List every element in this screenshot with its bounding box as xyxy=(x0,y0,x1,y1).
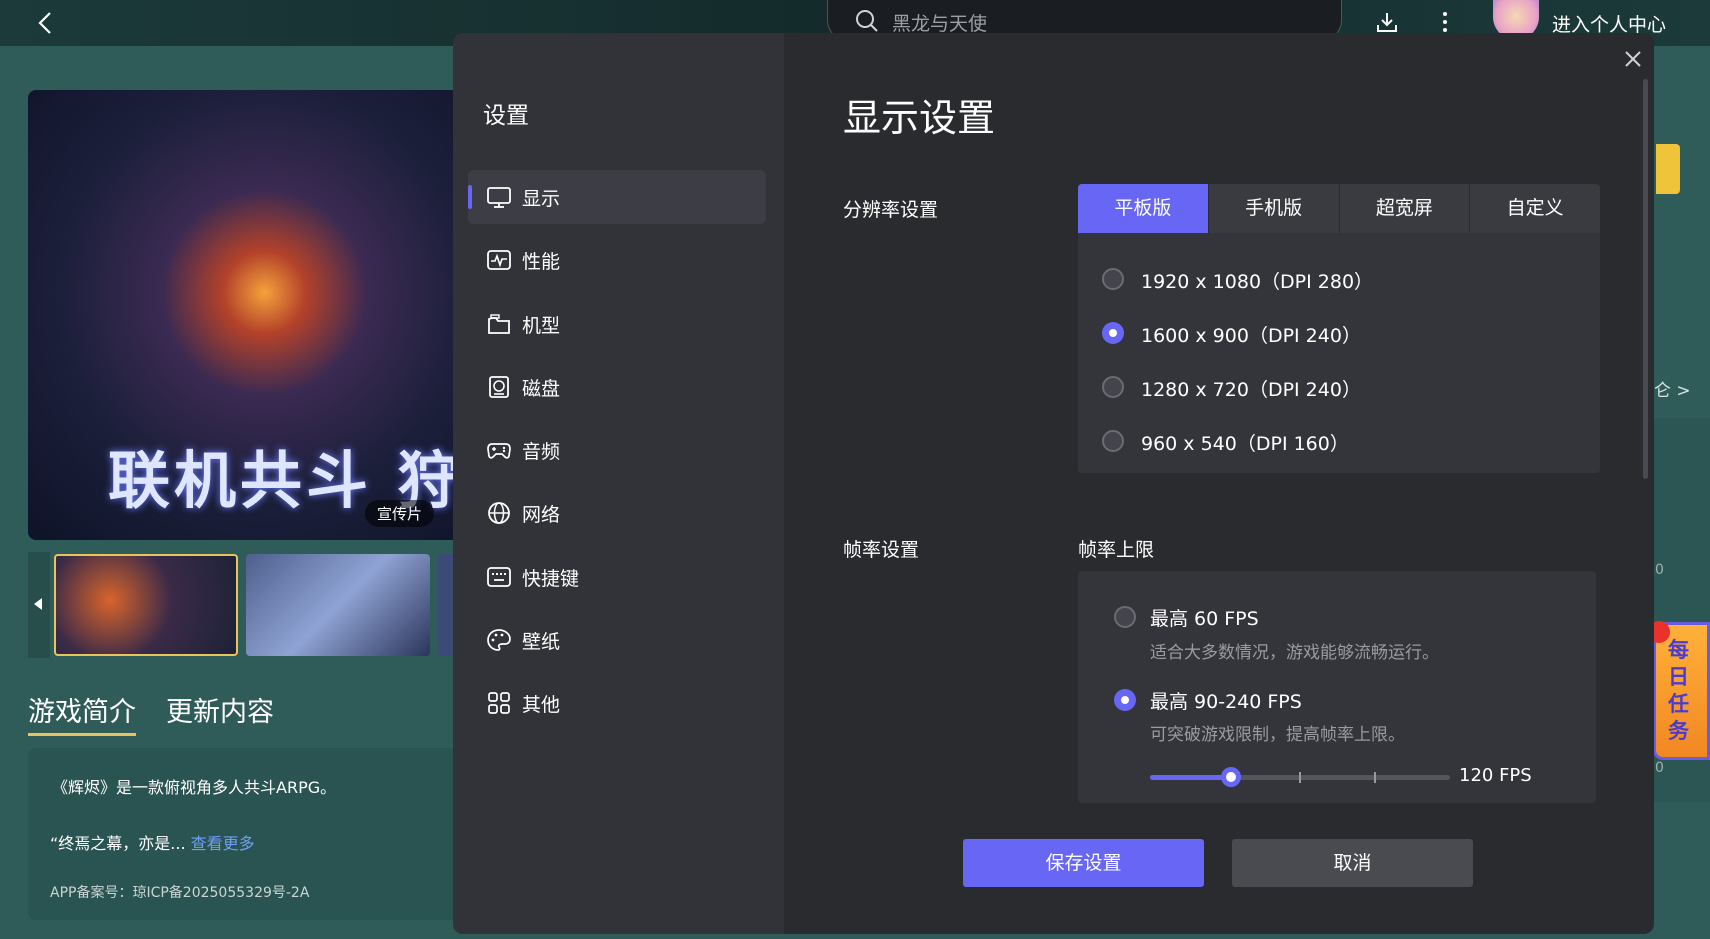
tab-tablet[interactable]: 平板版 xyxy=(1078,184,1209,233)
resolution-radio[interactable] xyxy=(1102,268,1124,290)
sidebar-item-label: 机型 xyxy=(522,315,561,337)
fps-slider-fill xyxy=(1150,775,1231,780)
thumbnail[interactable] xyxy=(54,554,238,656)
tab-update-content[interactable]: 更新内容 xyxy=(166,690,274,729)
gamepad-icon xyxy=(487,443,511,459)
framerate-label: 帧率设置 xyxy=(843,539,920,561)
side-count: 0 xyxy=(1655,760,1664,776)
sidebar-item-label: 显示 xyxy=(522,188,561,210)
pulse-icon xyxy=(487,250,511,270)
thumbnail-strip xyxy=(28,552,458,658)
scrollbar[interactable] xyxy=(1643,79,1648,479)
slider-tick xyxy=(1374,772,1376,783)
video-tag: 宣传片 xyxy=(365,500,435,527)
save-settings-button[interactable]: 保存设置 xyxy=(963,839,1204,887)
download-icon[interactable] xyxy=(1375,10,1399,34)
intro-quote-text: “终焉之幕，亦是... xyxy=(50,834,186,853)
grid-icon xyxy=(488,692,510,714)
fps-radio-selected[interactable] xyxy=(1114,689,1136,711)
side-link[interactable]: 仑 > xyxy=(1654,376,1691,401)
close-icon[interactable] xyxy=(1621,47,1645,71)
sidebar-item-audio[interactable]: 音频 xyxy=(468,423,766,477)
resolution-label: 分辨率设置 xyxy=(843,199,939,221)
cancel-button[interactable]: 取消 xyxy=(1232,839,1473,887)
intro-quote: “终焉之幕，亦是... 查看更多 xyxy=(50,830,255,854)
sidebar-item-performance[interactable]: 性能 xyxy=(468,233,766,287)
search-icon xyxy=(856,10,878,32)
sidebar-item-label: 磁盘 xyxy=(522,378,561,400)
tab-phone[interactable]: 手机版 xyxy=(1209,184,1340,233)
sidebar-item-wallpaper[interactable]: 壁纸 xyxy=(468,613,766,667)
thumb-prev-button[interactable] xyxy=(28,552,50,658)
resolution-option-label: 1600 x 900（DPI 240） xyxy=(1141,325,1361,347)
intro-text: 《辉烬》是一款俯视角多人共斗ARPG。 xyxy=(52,778,337,797)
framerate-cap-label: 帧率上限 xyxy=(1078,539,1155,561)
see-more-link[interactable]: 查看更多 xyxy=(191,834,255,853)
fps-radio[interactable] xyxy=(1114,606,1136,628)
sidebar-item-label: 快捷键 xyxy=(522,568,580,590)
fps-option-title: 最高 90-240 FPS xyxy=(1150,691,1302,713)
tab-game-intro[interactable]: 游戏简介 xyxy=(28,690,136,736)
resolution-tabs: 平板版 手机版 超宽屏 自定义 xyxy=(1078,184,1600,233)
sidebar-item-other[interactable]: 其他 xyxy=(468,676,766,730)
fps-slider[interactable] xyxy=(1150,767,1450,787)
resolution-option-label: 960 x 540（DPI 160） xyxy=(1141,433,1349,455)
more-vertical-icon[interactable] xyxy=(1440,10,1450,34)
disk-icon xyxy=(489,376,509,398)
keyboard-icon xyxy=(487,567,511,587)
sidebar-item-model[interactable]: 机型 xyxy=(468,297,766,351)
fps-option-desc: 可突破游戏限制，提高帧率上限。 xyxy=(1150,725,1405,745)
page-title: 显示设置 xyxy=(843,96,996,140)
sidebar-item-disk[interactable]: 磁盘 xyxy=(468,360,766,414)
thumbnail[interactable] xyxy=(246,554,430,656)
side-tab[interactable] xyxy=(1656,144,1680,194)
tab-ultrawide[interactable]: 超宽屏 xyxy=(1340,184,1471,233)
side-count: 0 xyxy=(1655,562,1664,578)
globe-icon xyxy=(488,502,510,524)
monitor-icon xyxy=(487,187,511,208)
slider-tick xyxy=(1299,772,1301,783)
daily-task-button[interactable]: 每日任务 xyxy=(1648,621,1710,760)
resolution-options: 1920 x 1080（DPI 280） 1600 x 900（DPI 240）… xyxy=(1078,233,1600,473)
resolution-option-label: 1920 x 1080（DPI 280） xyxy=(1141,271,1374,293)
resolution-radio[interactable] xyxy=(1102,376,1124,398)
fps-slider-value: 120 FPS xyxy=(1459,765,1532,786)
arrow-left-icon xyxy=(34,598,42,610)
resolution-option-label: 1280 x 720（DPI 240） xyxy=(1141,379,1361,401)
device-icon xyxy=(488,314,510,334)
sidebar-item-label: 音频 xyxy=(522,441,561,463)
icp-record: APP备案号：琼ICP备2025055329号-2A xyxy=(50,885,310,901)
resolution-radio-selected[interactable] xyxy=(1102,322,1124,344)
framerate-options: 最高 60 FPS 适合大多数情况，游戏能够流畅运行。 最高 90-240 FP… xyxy=(1078,571,1596,803)
sidebar-item-display[interactable]: 显示 xyxy=(468,170,766,224)
fps-option-title: 最高 60 FPS xyxy=(1150,608,1259,630)
back-arrow-icon[interactable] xyxy=(34,10,58,36)
intro-card: 《辉烬》是一款俯视角多人共斗ARPG。 “终焉之幕，亦是... 查看更多 APP… xyxy=(28,748,458,920)
resolution-radio[interactable] xyxy=(1102,430,1124,452)
fps-option-desc: 适合大多数情况，游戏能够流畅运行。 xyxy=(1150,643,1439,663)
sidebar-item-label: 壁纸 xyxy=(522,631,561,653)
game-hero-image[interactable]: 联机共斗 狩猎榕 宣传片 xyxy=(28,90,458,540)
fps-slider-handle[interactable] xyxy=(1221,767,1241,787)
sidebar-item-shortcuts[interactable]: 快捷键 xyxy=(468,550,766,604)
sidebar-item-label: 网络 xyxy=(522,504,561,526)
settings-title: 设置 xyxy=(483,103,529,129)
settings-modal: 设置 显示 性能 机型 磁盘 音频 网络 快捷键 壁纸 其他 显示设置 分辨率设… xyxy=(453,33,1654,934)
palette-icon xyxy=(487,629,511,651)
sidebar-item-network[interactable]: 网络 xyxy=(468,486,766,540)
sidebar-item-label: 性能 xyxy=(522,251,561,273)
sidebar-item-label: 其他 xyxy=(522,694,561,716)
daily-task-label: 每日任务 xyxy=(1668,638,1689,743)
search-placeholder: 黑龙与天使 xyxy=(892,13,988,35)
settings-sidebar: 设置 显示 性能 机型 磁盘 音频 网络 快捷键 壁纸 其他 xyxy=(453,33,784,934)
tab-custom[interactable]: 自定义 xyxy=(1470,184,1600,233)
